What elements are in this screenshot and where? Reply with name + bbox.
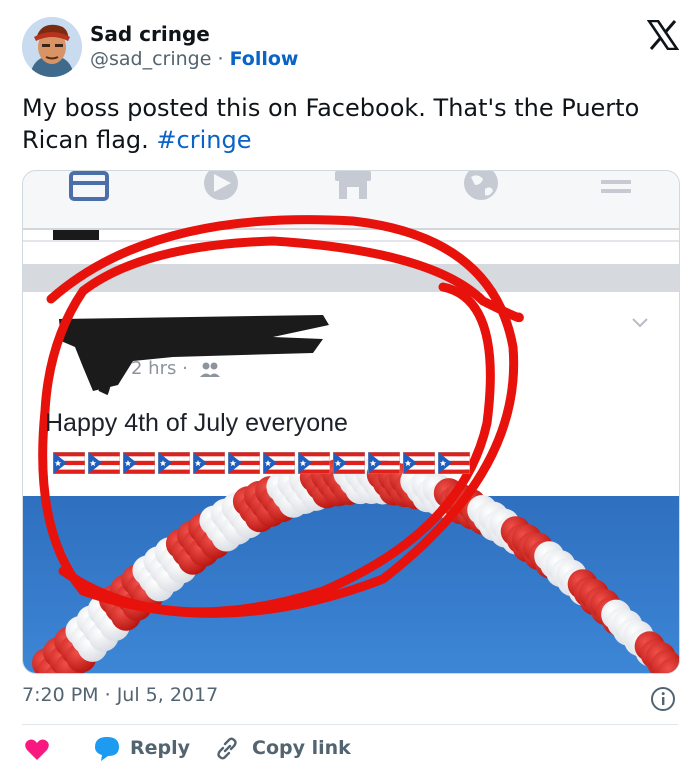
reply-bubble-icon [95, 737, 119, 761]
tweet-actions: Reply Copy link [22, 734, 678, 766]
like-button[interactable] [24, 738, 50, 762]
reply-label: Reply [130, 737, 191, 759]
tweet-time: 7:20 PM [22, 684, 99, 706]
copy-link-button[interactable]: Copy link [214, 734, 351, 762]
avatar[interactable] [22, 17, 82, 77]
actions-divider [22, 724, 678, 725]
puerto-rico-flag-icon [403, 452, 435, 474]
author-display-name[interactable]: Sad cringe [90, 22, 210, 46]
puerto-rico-flag-icon [333, 452, 365, 474]
author-handle[interactable]: @sad_cringe [90, 48, 211, 70]
tweet-date: Jul 5, 2017 [116, 684, 219, 706]
puerto-rico-flag-icon [228, 452, 260, 474]
puerto-rico-flag-icon [263, 452, 295, 474]
tweet-media-image[interactable]: 2 hrs · Happy 4th of July everyone [22, 170, 680, 674]
handle-separator: · [217, 48, 224, 70]
tweet-timestamp[interactable]: 7:20 PM · Jul 5, 2017 [22, 684, 218, 706]
puerto-rico-flag-icon [53, 452, 85, 474]
fb-post-time-ago: 2 hrs [131, 358, 177, 379]
copy-link-label: Copy link [252, 737, 351, 759]
hashtag-link[interactable]: #cringe [156, 126, 251, 154]
puerto-rico-flag-icon [88, 452, 120, 474]
tweet-text: My boss posted this on Facebook. That's … [22, 92, 662, 156]
link-icon [217, 737, 237, 760]
puerto-rico-flag-icon [123, 452, 155, 474]
puerto-rico-flag-row [53, 452, 473, 478]
avatar-image [22, 17, 82, 77]
fb-post-time: 2 hrs · [131, 358, 188, 379]
puerto-rico-flag-icon [438, 452, 470, 474]
follow-button[interactable]: Follow [230, 48, 299, 70]
fb-nav-marketplace-icon [335, 171, 371, 199]
puerto-rico-flag-icon [193, 452, 225, 474]
fb-post-separator: · [182, 358, 188, 379]
fb-post-message: Happy 4th of July everyone [45, 409, 348, 437]
info-icon[interactable] [650, 686, 676, 712]
puerto-rico-flag-icon [298, 452, 330, 474]
timestamp-separator: · [104, 684, 111, 706]
tweet-body: My boss posted this on Facebook. That's … [22, 94, 640, 154]
reply-button[interactable]: Reply [92, 734, 190, 762]
puerto-rico-flag-icon [158, 452, 190, 474]
x-logo-icon[interactable] [646, 19, 680, 51]
author-handle-row: @sad_cringe · Follow [90, 48, 298, 70]
heart-icon [25, 739, 49, 760]
puerto-rico-flag-icon [368, 452, 400, 474]
